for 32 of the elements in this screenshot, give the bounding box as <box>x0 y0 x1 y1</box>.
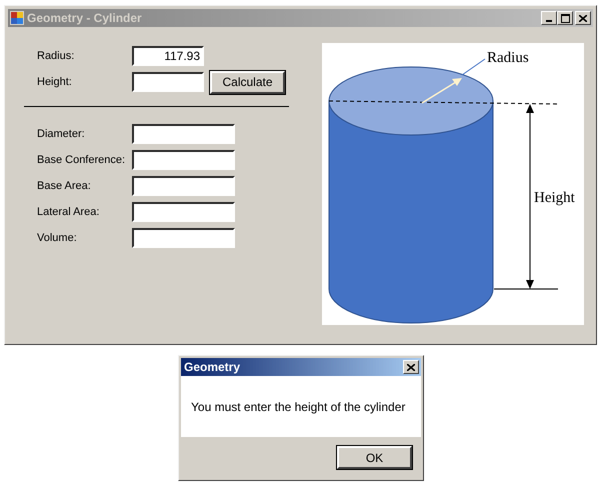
field-label: Diameter: <box>37 128 86 140</box>
result-field[interactable] <box>132 228 235 248</box>
field-label: Lateral Area: <box>37 206 100 218</box>
app-icon <box>10 11 24 25</box>
field-label: Height: <box>37 76 73 88</box>
window-title: Geometry - Cylinder <box>27 11 143 25</box>
input-field[interactable] <box>132 72 204 92</box>
leader-line <box>462 58 486 76</box>
result-field[interactable] <box>132 202 235 222</box>
close-button[interactable] <box>575 11 591 25</box>
calculate-button[interactable]: Calculate <box>210 70 285 94</box>
ok-button[interactable]: OK <box>337 446 412 469</box>
field-label: Base Conference: <box>37 154 126 166</box>
base-line <box>494 288 558 290</box>
dialog-message: You must enter the height of the cylinder <box>191 400 406 414</box>
field-label: Volume: <box>37 232 78 244</box>
radius-label: Radius <box>487 50 529 66</box>
field-label: Base Area: <box>37 180 92 192</box>
dialog-title: Geometry <box>184 360 242 374</box>
input-field[interactable]: 117.93 <box>132 46 204 66</box>
close-icon <box>579 14 587 22</box>
result-field[interactable] <box>132 176 235 196</box>
field-label: Radius: <box>37 50 76 62</box>
maximize-icon <box>560 14 570 22</box>
height-label: Height <box>534 190 575 206</box>
radius-arrow <box>422 78 462 104</box>
close-icon <box>407 364 415 370</box>
close-button[interactable] <box>403 360 419 374</box>
result-field[interactable] <box>132 124 235 144</box>
maximize-button[interactable] <box>557 11 573 25</box>
minimize-button[interactable] <box>541 11 557 25</box>
result-field[interactable] <box>132 150 235 170</box>
